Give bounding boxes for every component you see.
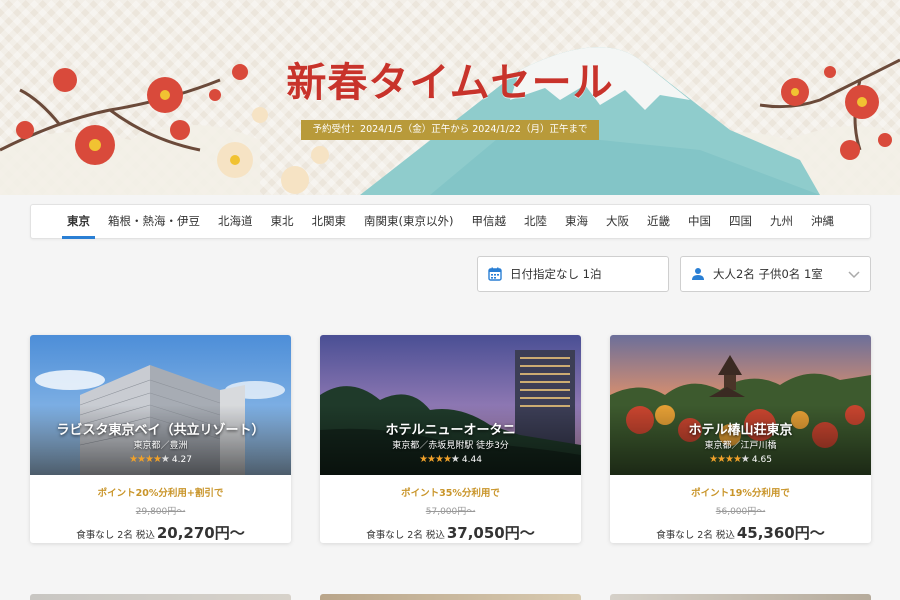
tab-hakone-atami-izu[interactable]: 箱根・熱海・伊豆 [99,205,209,238]
hotel-name: ホテルニューオータニ [385,423,516,438]
hotel-card-new-otani[interactable]: ホテルニューオータニ 東京都／赤坂見附駅 徒歩3分 ★★★★★ 4.44 ポイント… [320,335,581,543]
sale-price: 20,270円〜 [156,524,245,542]
hotel-location: 東京都／赤坂見附駅 徒歩3分 [392,441,509,451]
date-filter-label: 日付指定なし 1泊 [510,267,602,281]
price-conditions: 食事なし 2名 税込 [656,530,735,541]
rating-stars: ★★★★★ [419,454,460,465]
hotel-photo: ホテルニューオータニ 東京都／赤坂見附駅 徒歩3分 ★★★★★ 4.44 [320,335,581,475]
region-tabs: 東京 箱根・熱海・伊豆 北海道 東北 北関東 南関東(東京以外) 甲信越 北陸 … [30,204,871,239]
hotel-name: ホテル椿山荘東京 [688,423,793,438]
tab-shikoku[interactable]: 四国 [720,205,761,238]
hotel-card-peek[interactable] [610,594,871,600]
person-icon [692,268,704,280]
promo-text: ポイント19%分利用で [691,488,790,499]
original-price: 56,000円〜 [715,507,766,517]
guests-filter[interactable]: 大人2名 子供0名 1室 [680,256,871,292]
hotel-rating: ★★★★★ 4.44 [320,454,581,465]
hotel-card-la-vista-tokyo-bay[interactable]: ラビスタ東京ベイ（共立リゾート） 東京都／豊洲 ★★★★★ 4.27 ポイント20… [30,335,291,543]
tab-minamikanto[interactable]: 南関東(東京以外) [355,205,462,238]
date-filter[interactable]: 日付指定なし 1泊 [477,256,669,292]
chevron-down-icon [848,271,860,279]
hotel-card-peek[interactable] [30,594,291,600]
tab-chugoku[interactable]: 中国 [679,205,720,238]
sale-price: 45,360円〜 [736,524,825,542]
promo-text: ポイント35%分利用で [401,488,500,499]
tab-kitakanto[interactable]: 北関東 [303,205,356,238]
hotel-rating: ★★★★★ 4.27 [30,454,291,465]
tab-okinawa[interactable]: 沖縄 [802,205,843,238]
price-conditions: 食事なし 2名 税込 [366,530,445,541]
tab-hokkaido[interactable]: 北海道 [209,205,262,238]
price-conditions: 食事なし 2名 税込 [76,530,155,541]
tab-koshinetsu[interactable]: 甲信越 [462,205,515,238]
sale-price: 37,050円〜 [446,524,535,542]
tab-tokai[interactable]: 東海 [556,205,597,238]
hotel-location: 東京都／江戸川橋 [704,441,777,451]
hotel-photo: ラビスタ東京ベイ（共立リゾート） 東京都／豊洲 ★★★★★ 4.27 [30,335,291,475]
hotel-location: 東京都／豊洲 [133,441,188,451]
original-price: 57,000円〜 [425,507,476,517]
hotel-rating: ★★★★★ 4.65 [610,454,871,465]
hotel-name: ラビスタ東京ベイ（共立リゾート） [56,423,265,438]
banner-title: 新春タイムセール [286,59,614,106]
tab-hokuriku[interactable]: 北陸 [515,205,556,238]
banner-period: 予約受付：2024/1/5（金）正午から 2024/1/22（月）正午まで [301,120,599,140]
tab-osaka[interactable]: 大阪 [597,205,638,238]
hotel-photo: ホテル椿山荘東京 東京都／江戸川橋 ★★★★★ 4.65 [610,335,871,475]
tab-tohoku[interactable]: 東北 [262,205,303,238]
tab-kinki[interactable]: 近畿 [638,205,679,238]
guests-filter-label: 大人2名 子供0名 1室 [713,267,823,281]
hotel-card-peek[interactable] [320,594,581,600]
calendar-icon [488,267,502,281]
sale-banner: 新春タイムセール 予約受付：2024/1/5（金）正午から 2024/1/22（… [0,0,900,195]
hotel-card-chinzanso[interactable]: ホテル椿山荘東京 東京都／江戸川橋 ★★★★★ 4.65 ポイント19%分利用で … [610,335,871,543]
original-price: 29,800円〜 [135,507,186,517]
rating-value: 4.44 [461,455,482,465]
rating-stars: ★★★★★ [709,454,750,465]
tab-kyushu[interactable]: 九州 [761,205,802,238]
tab-tokyo[interactable]: 東京 [58,205,99,239]
promo-text: ポイント20%分利用+割引で [97,488,224,499]
rating-stars: ★★★★★ [129,454,170,465]
rating-value: 4.27 [171,455,192,465]
rating-value: 4.65 [751,455,772,465]
